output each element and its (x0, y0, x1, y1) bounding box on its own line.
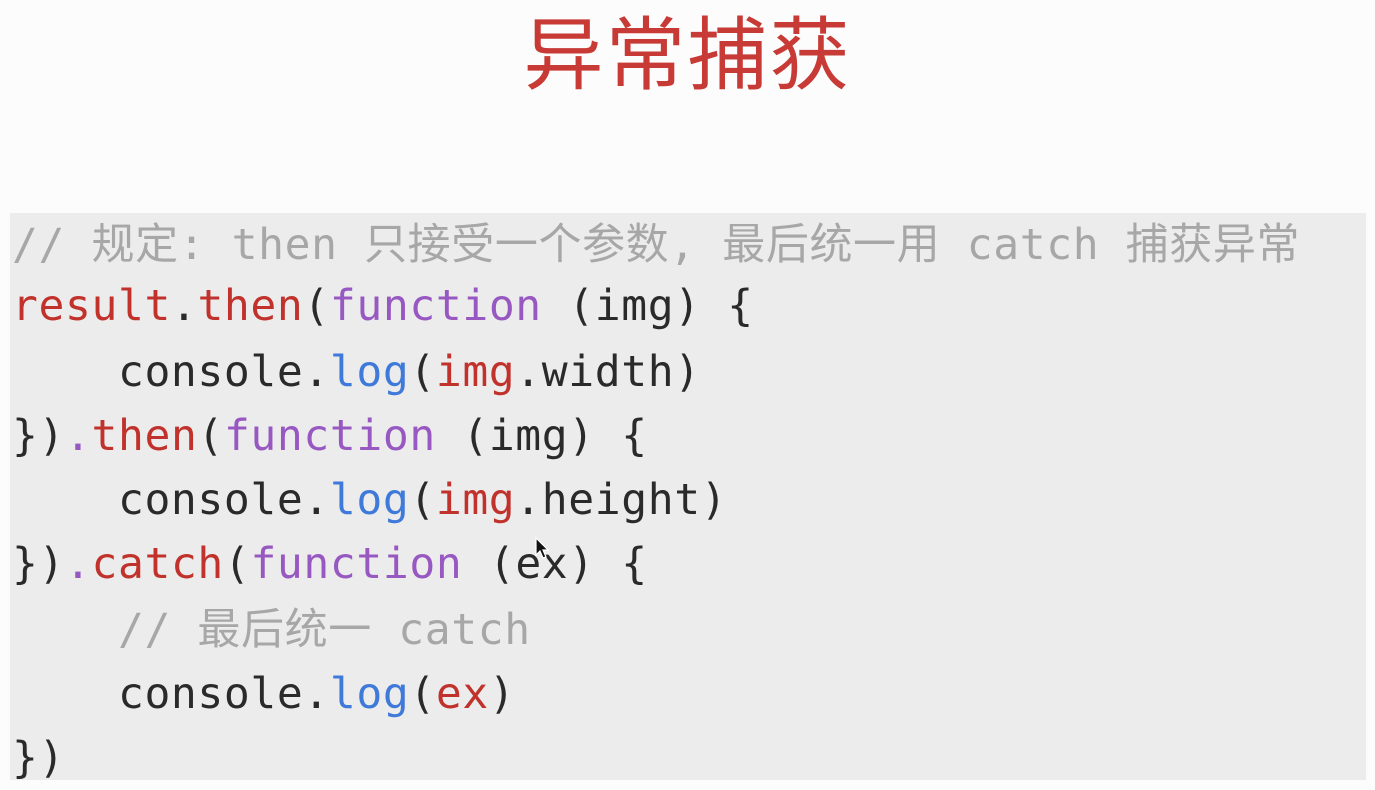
code-block: // 规定: then 只接受一个参数, 最后统一用 catch 捕获异常 res… (10, 213, 1366, 783)
code-token-plain: .width) (515, 347, 701, 397)
code-token-plain: ( (409, 669, 436, 719)
code-token-plain: (img) { (541, 281, 754, 331)
code-token-log: log (329, 475, 410, 525)
code-token-plain: ( (197, 411, 224, 461)
code-token-keyword: function (223, 411, 436, 461)
code-token-plain: console. (12, 347, 330, 397)
code-line: }).then(function (img) { (12, 404, 648, 468)
slide-title: 异常捕获 (523, 9, 852, 102)
mouse-cursor-icon (535, 537, 549, 559)
code-token-method: then (197, 281, 304, 331)
code-token-plain: }) (12, 539, 65, 589)
code-token-log: log (329, 669, 410, 719)
code-token-plain: ) (488, 669, 516, 719)
code-token-variable: result (12, 281, 171, 331)
code-token-plain: console. (12, 475, 330, 525)
code-line: // 最后统一 catch (12, 598, 531, 662)
code-token-variable: img (435, 475, 516, 525)
code-token-plain: }) (12, 733, 65, 783)
code-token-plain: ( (303, 281, 330, 331)
code-token-plain: (ex) { (462, 539, 648, 589)
code-token-comment: // 规定: then 只接受一个参数, 最后统一用 catch 捕获异常 (12, 220, 1301, 270)
code-token-comment: // 最后统一 catch (12, 605, 531, 655)
code-line: }) (12, 726, 65, 790)
code-line: }).catch(function (ex) { (12, 532, 648, 596)
code-line: result.then(function (img) { (12, 274, 754, 338)
code-token-plain: }) (12, 411, 65, 461)
code-token-plain: (img) { (435, 411, 648, 461)
code-token-keyword: function (250, 539, 463, 589)
code-line: console.log(ex) (12, 662, 515, 726)
code-token-plain: ( (409, 475, 436, 525)
code-line: console.log(img.height) (12, 468, 727, 532)
code-token-keyword: . (64, 411, 92, 461)
code-token-method: then (91, 411, 198, 461)
code-token-plain: console. (12, 669, 330, 719)
code-token-plain: ( (223, 539, 251, 589)
code-token-keyword: . (64, 539, 92, 589)
code-token-variable: img (435, 347, 516, 397)
code-line: // 规定: then 只接受一个参数, 最后统一用 catch 捕获异常 (12, 213, 1300, 277)
code-token-variable: ex (435, 669, 489, 719)
code-token-method: catch (91, 539, 224, 589)
code-token-plain: .height) (515, 475, 728, 525)
code-token-plain: . (170, 281, 198, 331)
code-line: console.log(img.width) (12, 340, 701, 404)
code-token-plain: ( (409, 347, 436, 397)
code-token-keyword: function (329, 281, 542, 331)
code-token-log: log (329, 347, 410, 397)
